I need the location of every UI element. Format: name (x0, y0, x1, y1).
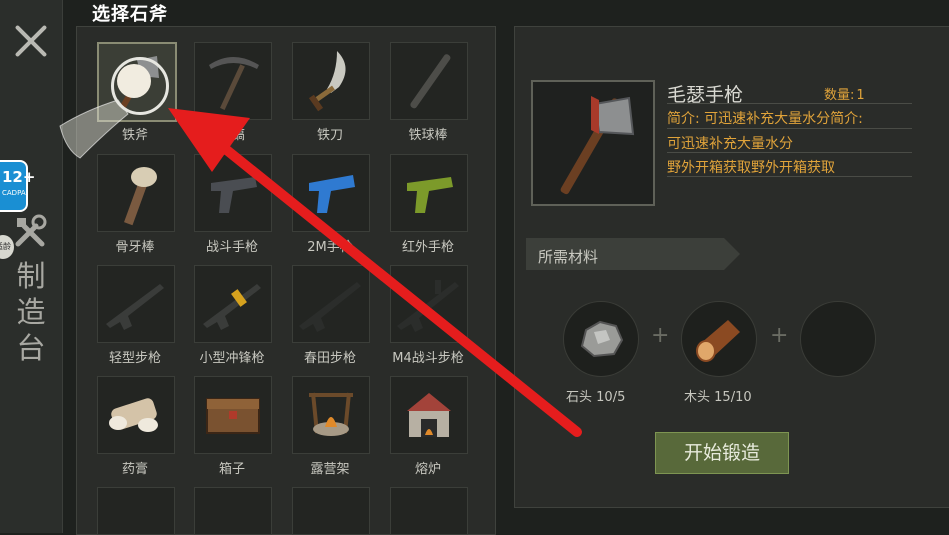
chest-icon (206, 398, 260, 434)
pistol-icon (211, 177, 257, 213)
item-label: 药膏 (121, 462, 148, 477)
item-desc-line: 简介: 可迅速补充大量水分简介: (667, 111, 863, 127)
divider (667, 128, 912, 129)
item-label: 露营架 (310, 462, 350, 477)
close-icon[interactable] (12, 22, 50, 60)
material-name: 木头 (684, 390, 711, 405)
campfire-icon (309, 392, 353, 436)
item-slot[interactable] (194, 42, 272, 120)
material-name: 石头 (566, 390, 593, 405)
item-label: M4战斗步枪 (392, 351, 464, 366)
material-label: 石头 10/5 (566, 386, 625, 405)
item-slot[interactable] (97, 376, 175, 454)
quantity-label: 数量: (824, 88, 855, 103)
tap-ring-icon (111, 57, 169, 115)
item-label: 熔炉 (414, 462, 441, 477)
item-label: 红外手枪 (401, 240, 454, 255)
materials-title: 所需材料 (538, 248, 599, 266)
start-forge-button[interactable]: 开始锻造 (655, 432, 789, 474)
material-slot (681, 301, 757, 377)
bone-club-icon (124, 167, 157, 226)
material-slot (563, 301, 639, 377)
divider (667, 152, 912, 153)
item-slot[interactable] (292, 487, 370, 535)
item-label: 春田步枪 (303, 351, 356, 366)
title-char: 造 (16, 295, 46, 329)
item-slot[interactable] (292, 265, 370, 343)
m4-icon (397, 280, 459, 332)
item-slot[interactable] (97, 487, 175, 535)
item-preview (531, 80, 655, 206)
item-label: 小型冲锋枪 (199, 351, 265, 366)
plus-sign: + (770, 323, 789, 348)
item-slot[interactable] (292, 154, 370, 232)
stone-icon (580, 320, 624, 358)
axe-icon (560, 96, 635, 195)
material-count: 15/10 (714, 390, 752, 405)
material-slot-empty (800, 301, 876, 377)
plus-sign: + (651, 323, 670, 348)
material-count: 10/5 (596, 390, 626, 405)
item-slot[interactable] (292, 42, 370, 120)
quantity-value: 1 (856, 88, 865, 103)
item-slot[interactable] (194, 487, 272, 535)
crafting-table-title: 制 造 台 (10, 258, 52, 366)
age-rating-number: 12+ (2, 168, 36, 186)
title-char: 制 (16, 259, 46, 293)
sword-icon (308, 51, 346, 112)
item-desc-line: 野外开箱获取野外开箱获取 (667, 160, 835, 176)
item-slot[interactable] (390, 154, 468, 232)
item-desc-line: 可迅速补充大量水分 (667, 136, 793, 152)
furnace-icon (407, 393, 451, 437)
pistol-yellow-icon (407, 177, 453, 213)
item-label: 战斗手枪 (205, 240, 258, 255)
title-char: 台 (16, 331, 46, 365)
pickaxe-icon (209, 57, 259, 111)
item-slot[interactable] (194, 265, 272, 343)
item-slot[interactable] (390, 376, 468, 454)
item-quantity: 数量: 1 (822, 84, 865, 103)
item-label: 铁刀 (316, 128, 343, 143)
divider (667, 176, 912, 177)
divider (667, 103, 912, 104)
item-slot[interactable] (292, 376, 370, 454)
item-label: 石镐 (218, 128, 245, 143)
age-rating-badge: 12+ CADPA (0, 160, 35, 212)
item-slot[interactable] (97, 265, 175, 343)
item-slot[interactable] (97, 154, 175, 232)
rifle-icon (106, 284, 164, 330)
rifle-black-icon (299, 282, 361, 332)
item-label: 轻型步枪 (108, 351, 161, 366)
smg-icon (203, 284, 261, 330)
material-label: 木头 15/10 (684, 386, 752, 405)
age-rating-sub: CADPA (2, 189, 26, 197)
section-title: 选择石斧 (92, 4, 168, 25)
item-slot[interactable] (390, 487, 468, 535)
item-slot[interactable] (194, 376, 272, 454)
item-slot[interactable] (194, 154, 272, 232)
bat-icon (410, 54, 451, 109)
item-label: 2M手枪 (307, 240, 353, 255)
item-label: 箱子 (218, 462, 245, 477)
sidebar: 12+ CADPA 适龄 制 造 台 (0, 0, 63, 533)
bandage-icon (109, 398, 158, 432)
item-label: 铁球棒 (408, 128, 448, 143)
item-label: 骨牙棒 (115, 240, 155, 255)
tools-icon (15, 214, 47, 247)
wood-log-icon (696, 320, 740, 362)
pistol-blue-icon (309, 175, 355, 213)
item-slot[interactable] (390, 42, 468, 120)
item-slot[interactable] (390, 265, 468, 343)
